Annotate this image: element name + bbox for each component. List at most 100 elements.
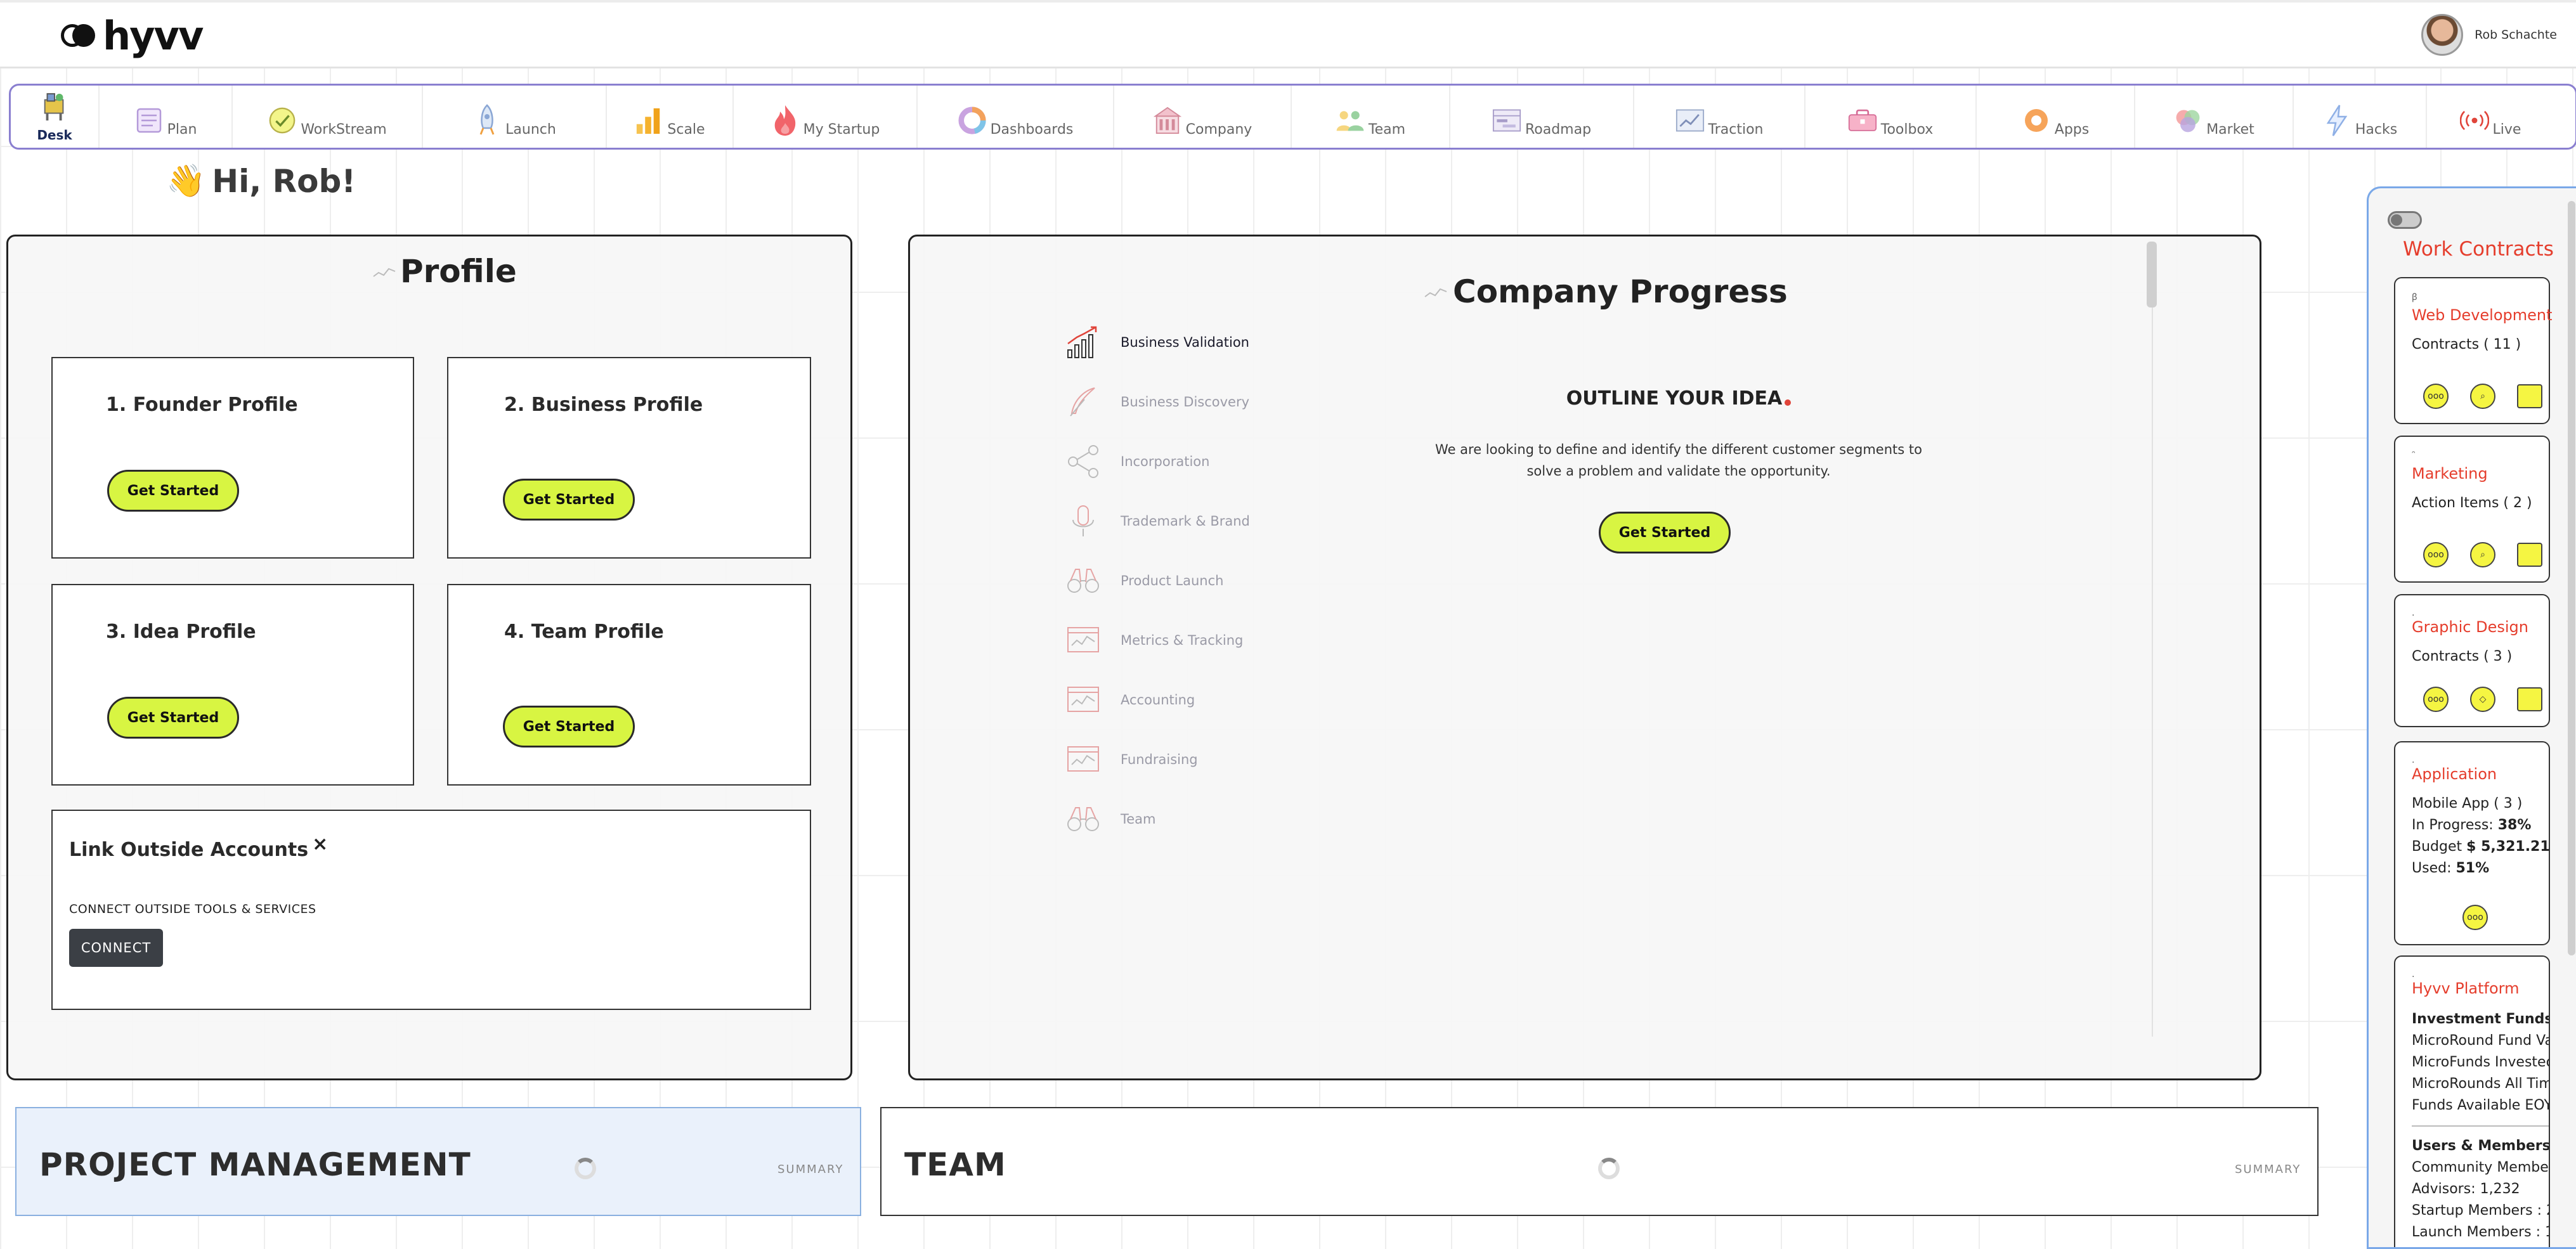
funds-heading-text: Investment Funds : $ (2412, 1011, 2550, 1027)
nav-label-team: Team (1368, 122, 1406, 138)
note-icon[interactable] (2517, 543, 2542, 567)
nav-item-plan[interactable]: Plan (100, 86, 233, 148)
nav-item-live[interactable]: Live (2427, 86, 2554, 148)
nav-item-apps[interactable]: Apps (1977, 86, 2135, 148)
used-label: Used: (2412, 860, 2452, 876)
more-options-icon[interactable]: ooo (2462, 905, 2488, 930)
binoculars-icon (1065, 562, 1102, 599)
founder-profile-get-started-button[interactable]: Get Started (107, 470, 239, 512)
avatar[interactable] (2421, 14, 2464, 56)
sparkline-icon (373, 268, 396, 277)
monitor-chart-icon (1065, 622, 1102, 659)
nav-label-live: Live (2492, 122, 2521, 138)
step-product-launch[interactable]: Product Launch (1065, 551, 1250, 611)
idea-profile-get-started-button[interactable]: Get Started (107, 697, 239, 739)
step-trademark-brand[interactable]: Trademark & Brand (1065, 491, 1250, 551)
search-icon[interactable]: ⌕ (2470, 384, 2495, 409)
contract-name: Graphic Design (2412, 618, 2528, 636)
team-summary-link[interactable]: SUMMARY (2235, 1163, 2301, 1176)
nav-item-dashboards[interactable]: Dashboards (918, 86, 1114, 148)
budget-value: $ 5,321.21 (2466, 839, 2550, 855)
panel-scrollbar-track[interactable] (2152, 307, 2153, 1037)
contract-graphic-design[interactable]: . Graphic Design Contracts ( 3 ) ooo ◇ (2394, 594, 2550, 727)
connect-button[interactable]: CONNECT (69, 929, 163, 967)
status-dot (1785, 399, 1792, 406)
roadmap-icon (1492, 106, 1521, 135)
nav-label-dashboards: Dashboards (990, 122, 1074, 138)
tag-icon[interactable]: ◇ (2470, 687, 2495, 712)
nav-item-my-startup[interactable]: My Startup (734, 86, 918, 148)
business-profile-get-started-button[interactable]: Get Started (503, 479, 635, 521)
sidebar-scrollbar[interactable] (2568, 201, 2575, 955)
user-menu[interactable]: Rob Schachte (2421, 14, 2557, 56)
nav-label-apps: Apps (2054, 122, 2090, 138)
step-team[interactable]: Team (1065, 789, 1250, 849)
plan-icon (134, 106, 164, 135)
hyvv-platform-card[interactable]: . Hyvv Platform Investment Funds : $ Mic… (2394, 955, 2550, 1247)
hyvv-logo[interactable]: hyvv (61, 13, 204, 59)
link-accounts-header: Link Outside Accounts × (69, 835, 328, 862)
team-card[interactable]: TEAM SUMMARY (880, 1107, 2319, 1216)
sidebar-toggle[interactable] (2388, 211, 2422, 229)
workstream-icon (268, 106, 297, 135)
contract-web-development[interactable]: ꞵ Web Development Contracts ( 11 ) ooo ⌕ (2394, 277, 2553, 424)
project-management-card[interactable]: PROJECT MANAGEMENT SUMMARY (15, 1107, 861, 1216)
more-options-icon[interactable]: ooo (2423, 687, 2449, 712)
step-accounting[interactable]: Accounting (1065, 670, 1250, 730)
contract-actions: ooo ⌕ (2423, 384, 2542, 409)
step-fundraising[interactable]: Fundraising (1065, 730, 1250, 789)
nav-label-workstream: WorkStream (301, 122, 387, 138)
contract-count: Mobile App ( 3 ) (2412, 796, 2523, 812)
project-management-title: PROJECT MANAGEMENT (39, 1146, 471, 1183)
nav-item-roadmap[interactable]: Roadmap (1450, 86, 1634, 148)
outline-idea-get-started-button[interactable]: Get Started (1599, 512, 1731, 553)
step-detail-heading: OUTLINE YOUR IDEA (1566, 387, 1783, 410)
search-icon[interactable]: ⌕ (2470, 542, 2495, 567)
contract-actions: ooo ◇ (2423, 687, 2542, 712)
step-metrics-tracking[interactable]: Metrics & Tracking (1065, 611, 1250, 670)
step-business-discovery[interactable]: Business Discovery (1065, 372, 1250, 432)
desk-icon (40, 92, 69, 121)
step-incorporation[interactable]: Incorporation (1065, 432, 1250, 491)
close-icon[interactable]: × (312, 835, 328, 854)
nav-item-market[interactable]: Market (2135, 86, 2294, 148)
budget-line: Budget $ 5,321.21 (2412, 836, 2550, 858)
link-accounts-subtitle: CONNECT OUTSIDE TOOLS & SERVICES (69, 902, 316, 916)
contract-type-icon: . (2412, 755, 2415, 765)
note-icon[interactable] (2517, 687, 2542, 711)
nav-item-hacks[interactable]: Hacks (2294, 86, 2427, 148)
note-icon[interactable] (2517, 384, 2542, 408)
more-options-icon[interactable]: ooo (2423, 542, 2449, 567)
nav-label-scale: Scale (667, 122, 705, 138)
card-title: 1. Founder Profile (106, 394, 298, 416)
nav-item-company[interactable]: Company (1114, 86, 1292, 148)
nav-item-team[interactable]: Team (1292, 86, 1450, 148)
monitor-chart-icon (1065, 682, 1102, 718)
step-detail-heading-row: OUTLINE YOUR IDEA (1566, 387, 1792, 410)
funds-line: MicroFunds Invested (2412, 1054, 2550, 1070)
project-management-summary-link[interactable]: SUMMARY (777, 1163, 843, 1176)
nav-item-scale[interactable]: Scale (607, 86, 734, 148)
members-line: Startup Members : 2, (2412, 1203, 2550, 1219)
platform-name: Hyvv Platform (2412, 980, 2520, 997)
contract-type-icon: ꞵ (2412, 292, 2417, 302)
progress-line: In Progress: 38% (2412, 815, 2549, 836)
scale-icon (634, 106, 663, 135)
more-options-icon[interactable]: ooo (2423, 384, 2449, 409)
donut-chart-icon (958, 106, 987, 135)
nav-item-desk[interactable]: Desk (11, 86, 100, 148)
nav-item-toolbox[interactable]: Toolbox (1805, 86, 1977, 148)
card-title: 4. Team Profile (504, 621, 664, 643)
main-nav: Desk Plan WorkStream Launch Scale My Sta… (9, 84, 2576, 150)
panel-scrollbar-thumb[interactable] (2147, 242, 2157, 307)
link-outside-accounts-card: Link Outside Accounts × CONNECT OUTSIDE … (51, 810, 811, 1010)
contract-application[interactable]: . Application Mobile App ( 3 ) In Progre… (2394, 741, 2550, 945)
idea-profile-card: 3. Idea Profile Get Started (51, 584, 414, 786)
step-business-validation[interactable]: Business Validation (1065, 313, 1250, 372)
nav-item-launch[interactable]: Launch (423, 86, 607, 148)
nav-item-workstream[interactable]: WorkStream (233, 86, 423, 148)
team-profile-get-started-button[interactable]: Get Started (503, 706, 635, 747)
founder-profile-card: 1. Founder Profile Get Started (51, 357, 414, 559)
nav-item-traction[interactable]: Traction (1634, 86, 1805, 148)
contract-marketing[interactable]: ᵔ Marketing Action Items ( 2 ) ooo ⌕ (2394, 436, 2550, 583)
